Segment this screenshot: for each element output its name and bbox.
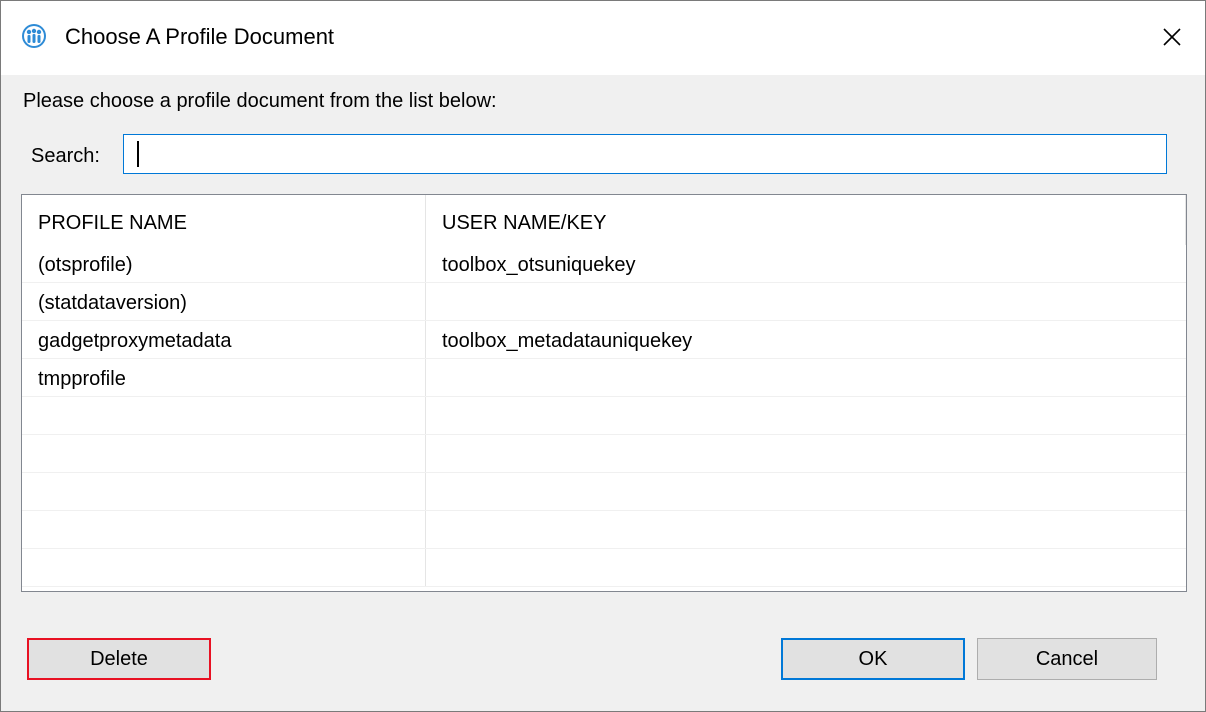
text-caret (137, 141, 139, 167)
list-row-empty (22, 397, 1186, 435)
profile-name-cell (22, 511, 426, 548)
profile-name-cell (22, 549, 426, 586)
profile-name-cell: tmpprofile (22, 359, 426, 396)
user-name-key-cell: toolbox_otsuniquekey (442, 254, 636, 276)
user-name-key-cell: toolbox_metadatauniquekey (442, 330, 693, 352)
list-row-empty (22, 473, 1186, 511)
delete-button[interactable]: Delete (27, 638, 211, 680)
user-name-key-cell (426, 511, 1186, 548)
search-label: Search: (31, 145, 100, 167)
ok-button[interactable]: OK (781, 638, 965, 680)
user-name-key-cell (426, 397, 1186, 434)
cancel-button[interactable]: Cancel (977, 638, 1157, 680)
list-header: PROFILE NAME USER NAME/KEY (22, 195, 1186, 245)
list-row-empty (22, 511, 1186, 549)
profile-name-cell (22, 435, 426, 472)
list-row-empty (22, 435, 1186, 473)
list-row[interactable]: gadgetproxymetadata toolbox_metadatauniq… (22, 321, 1186, 359)
window-title: Choose A Profile Document (65, 24, 335, 49)
dialog-window: Choose A Profile Document Please choose … (0, 0, 1206, 712)
profile-name-cell (22, 473, 426, 510)
profile-name-cell: (otsprofile) (22, 245, 426, 282)
close-icon (1163, 28, 1181, 46)
user-name-key-cell (426, 473, 1186, 510)
list-row-empty (22, 549, 1186, 587)
title-bar: Choose A Profile Document (1, 1, 1205, 75)
list-row[interactable]: (statdataversion) (22, 283, 1186, 321)
profile-name-cell: (statdataversion) (22, 283, 426, 320)
profile-list[interactable]: PROFILE NAME USER NAME/KEY (otsprofile) … (21, 194, 1187, 592)
app-people-icon (22, 24, 46, 48)
column-header-user-name-key[interactable]: USER NAME/KEY (426, 195, 1186, 245)
list-row[interactable]: (otsprofile) toolbox_otsuniquekey (22, 245, 1186, 283)
close-button[interactable] (1139, 1, 1205, 73)
user-name-key-cell (426, 283, 1186, 320)
user-name-key-cell (426, 359, 1186, 396)
column-header-profile-name[interactable]: PROFILE NAME (22, 195, 426, 245)
user-name-key-cell (426, 549, 1186, 586)
user-name-key-cell (426, 435, 1186, 472)
profile-name-cell: gadgetproxymetadata (22, 321, 426, 358)
search-input[interactable] (123, 134, 1167, 174)
list-rows: (otsprofile) toolbox_otsuniquekey (statd… (22, 245, 1186, 587)
list-row[interactable]: tmpprofile (22, 359, 1186, 397)
instruction-text: Please choose a profile document from th… (23, 90, 497, 112)
profile-name-cell (22, 397, 426, 434)
